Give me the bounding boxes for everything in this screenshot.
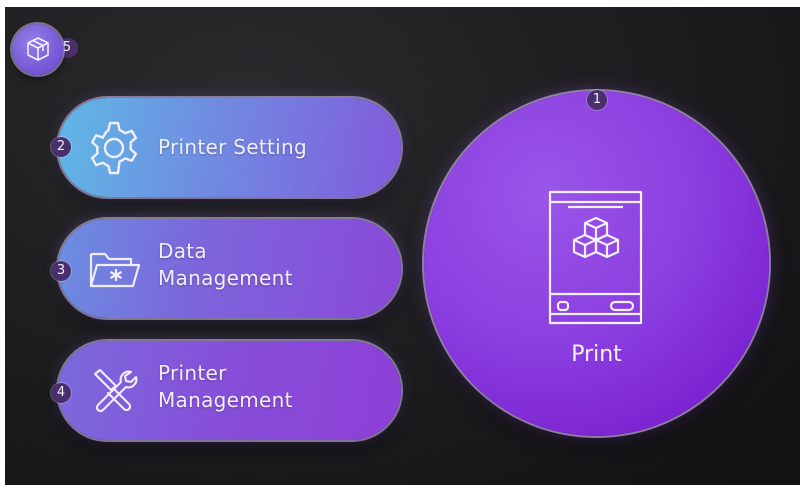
badge-2: 2	[51, 137, 71, 157]
folder-icon	[89, 252, 141, 288]
tools-icon	[93, 368, 138, 413]
badge-1: 1	[587, 90, 607, 110]
data-management-line2: Management	[158, 266, 293, 290]
gear-icon	[91, 121, 137, 175]
print-label: Print	[571, 342, 622, 367]
print-button[interactable]: 1 Print	[424, 90, 769, 436]
cube-icon	[27, 37, 49, 61]
cube-button[interactable]: 5	[12, 24, 71, 75]
main-screen: 5 Printer Setting Data Management Printe	[5, 7, 800, 485]
data-management-line1: Data	[158, 239, 207, 263]
badge-4: 4	[51, 383, 71, 403]
printer-cube-icon	[548, 190, 643, 325]
printer-management-label: Printer Management	[158, 360, 293, 414]
printer-setting-button[interactable]: Printer Setting	[58, 98, 401, 197]
printer-management-line1: Printer	[158, 361, 227, 385]
printer-management-button[interactable]: Printer Management	[58, 341, 401, 440]
printer-setting-label: Printer Setting	[158, 135, 308, 159]
badge-5: 5	[62, 40, 72, 55]
printer-management-line2: Management	[158, 388, 293, 412]
data-management-label: Data Management	[158, 238, 293, 292]
badge-3: 3	[51, 261, 71, 281]
data-management-button[interactable]: Data Management	[58, 219, 401, 318]
